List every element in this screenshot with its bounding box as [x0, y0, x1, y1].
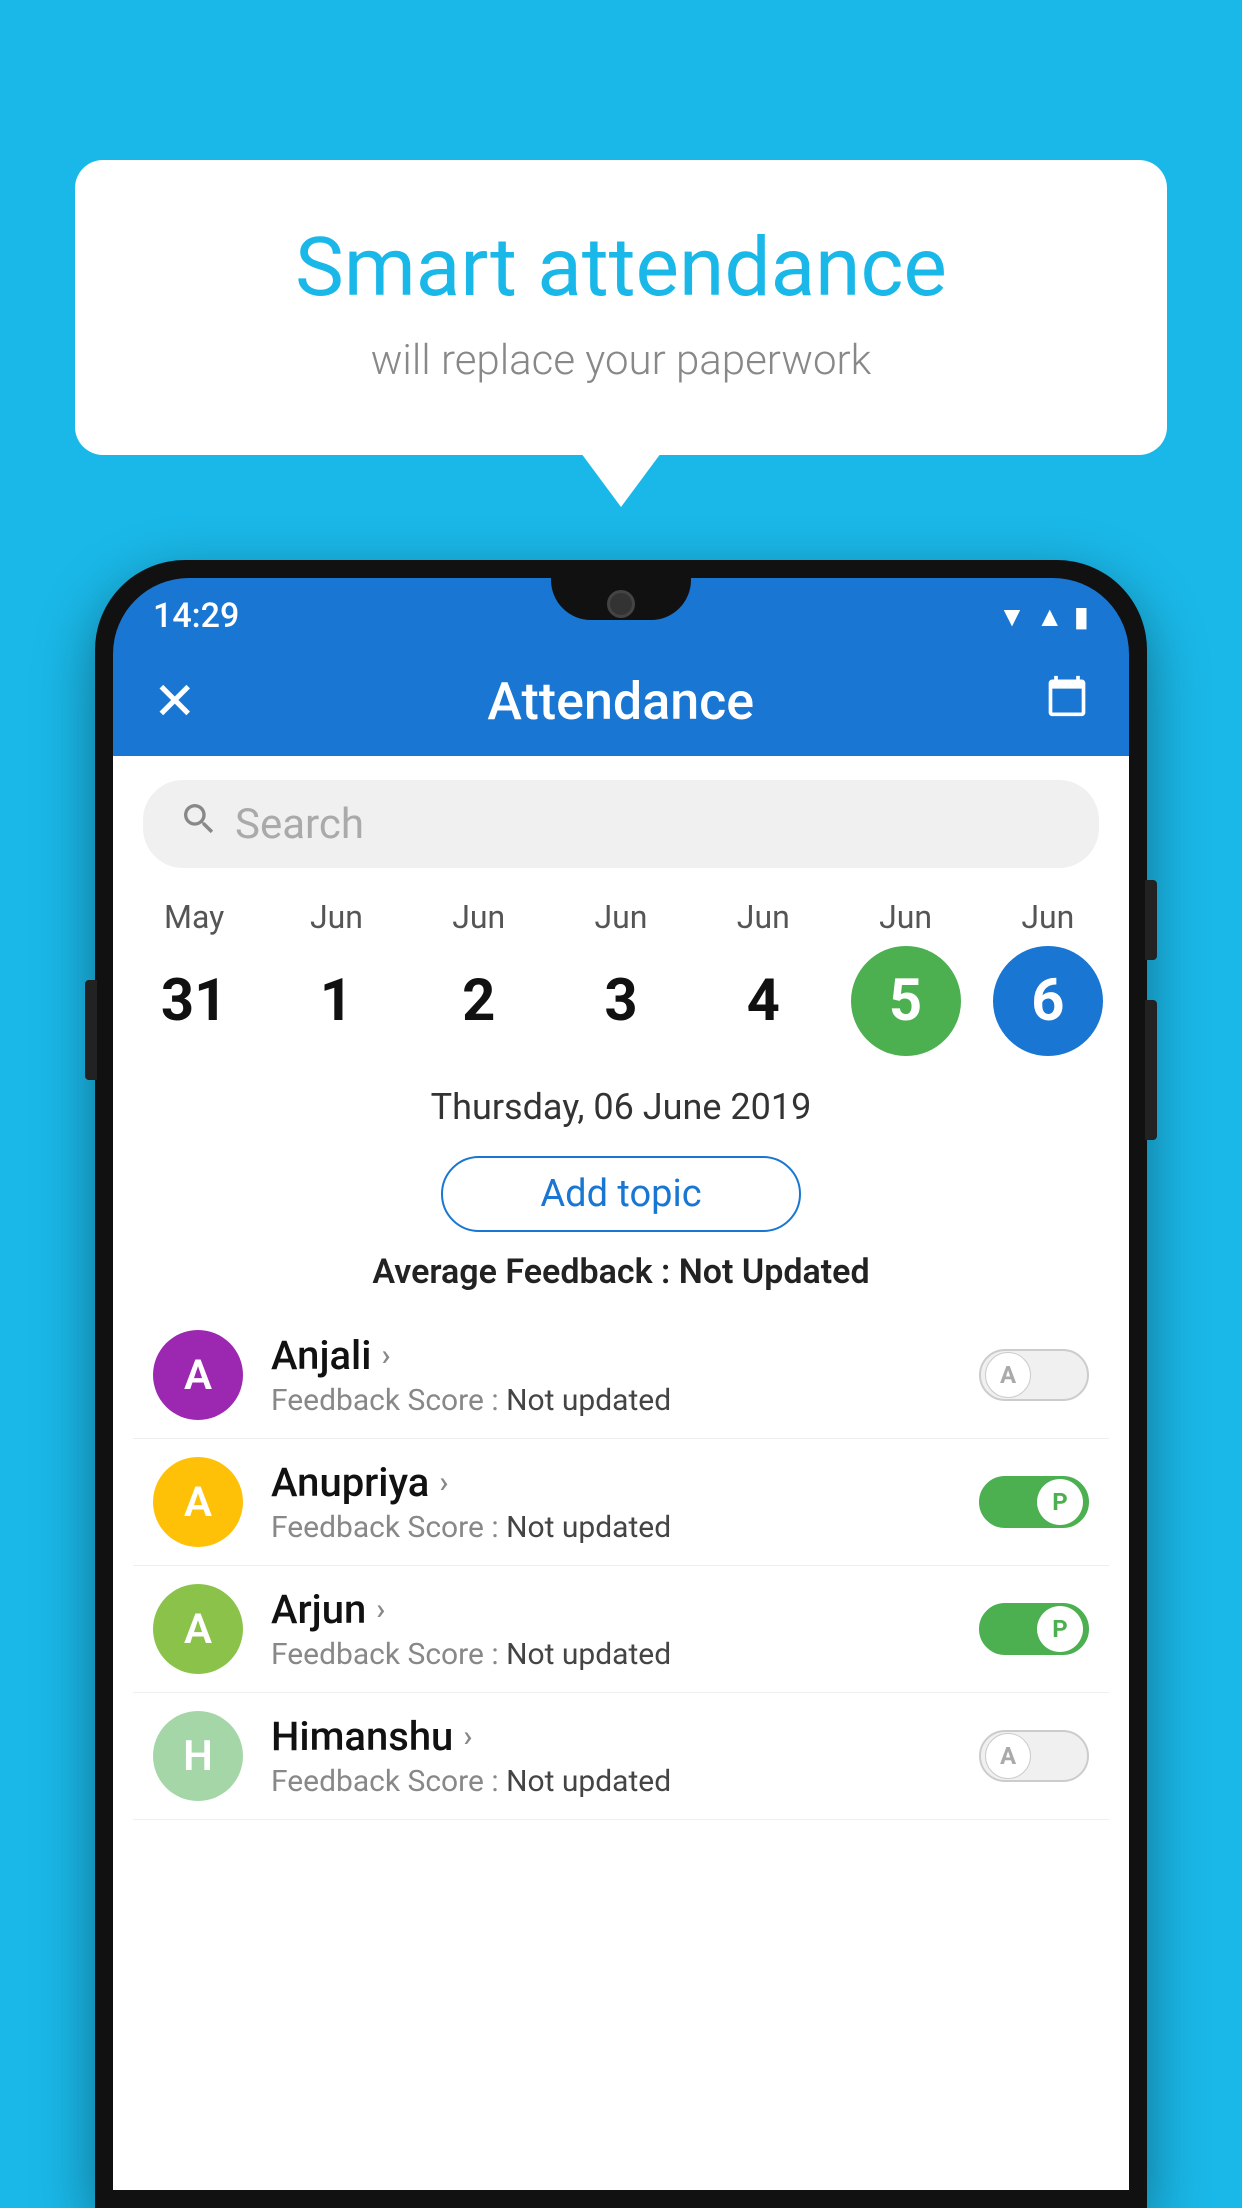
avatar: A — [153, 1457, 243, 1547]
student-row[interactable]: A Arjun › Feedback Score : Not updated P — [133, 1566, 1109, 1693]
battery-icon: ▮ — [1074, 600, 1089, 633]
month-label: Jun — [1021, 898, 1074, 936]
student-row[interactable]: A Anupriya › Feedback Score : Not updated P — [133, 1439, 1109, 1566]
toggle-thumb: A — [985, 1352, 1031, 1398]
month-label: May — [164, 898, 224, 936]
feedback-value: Not updated — [506, 1383, 671, 1418]
volume-button — [85, 980, 97, 1080]
feedback-score: Feedback Score : Not updated — [271, 1637, 959, 1672]
avg-feedback-label: Average Feedback : — [372, 1252, 678, 1292]
toggle-container[interactable]: A — [979, 1730, 1089, 1782]
date-number[interactable]: 4 — [708, 946, 818, 1056]
student-name: Anupriya › — [271, 1459, 959, 1506]
student-info: Anjali › Feedback Score : Not updated — [271, 1332, 959, 1418]
attendance-toggle[interactable]: P — [979, 1603, 1089, 1655]
chevron-icon: › — [463, 1719, 472, 1754]
student-name: Anjali › — [271, 1332, 959, 1379]
month-label: Jun — [737, 898, 790, 936]
search-bar[interactable]: Search — [143, 780, 1099, 868]
student-row[interactable]: A Anjali › Feedback Score : Not updated A — [133, 1312, 1109, 1439]
chevron-icon: › — [376, 1592, 385, 1627]
toggle-container[interactable]: P — [979, 1476, 1089, 1528]
date-number[interactable]: 6 — [993, 946, 1103, 1056]
date-number[interactable]: 5 — [851, 946, 961, 1056]
student-name: Arjun › — [271, 1586, 959, 1633]
chevron-icon: › — [439, 1465, 448, 1500]
phone-screen: 14:29 ▼ ▲ ▮ ✕ Attendance — [113, 578, 1129, 2190]
month-label: Jun — [310, 898, 363, 936]
feedback-value: Not updated — [506, 1637, 671, 1672]
wifi-icon: ▼ — [998, 600, 1026, 633]
student-info: Arjun › Feedback Score : Not updated — [271, 1586, 959, 1672]
student-info: Himanshu › Feedback Score : Not updated — [271, 1713, 959, 1799]
bubble-title: Smart attendance — [155, 220, 1087, 316]
content-area: Search May 31 Jun 1 Jun 2 Jun 3 Jun 4 Jun 5 Jun 6 Thu… — [113, 756, 1129, 2190]
camera-lens — [607, 590, 635, 618]
date-col[interactable]: Jun 6 — [980, 898, 1116, 1056]
avatar: H — [153, 1711, 243, 1801]
toggle-container[interactable]: A — [979, 1349, 1089, 1401]
search-placeholder: Search — [235, 800, 364, 849]
avatar: A — [153, 1330, 243, 1420]
date-number[interactable]: 1 — [281, 946, 391, 1056]
date-col[interactable]: Jun 1 — [268, 898, 404, 1056]
power-button — [1145, 880, 1157, 960]
signal-icon: ▲ — [1036, 600, 1064, 633]
date-number[interactable]: 31 — [139, 946, 249, 1056]
selected-date: Thursday, 06 June 2019 — [113, 1056, 1129, 1146]
date-number[interactable]: 2 — [424, 946, 534, 1056]
date-col[interactable]: Jun 4 — [695, 898, 831, 1056]
feedback-value: Not updated — [506, 1510, 671, 1545]
toggle-thumb: P — [1037, 1606, 1083, 1652]
calendar-button[interactable] — [1045, 674, 1089, 729]
attendance-toggle[interactable]: P — [979, 1476, 1089, 1528]
volume-down-button — [1145, 1000, 1157, 1140]
toggle-thumb: P — [1037, 1479, 1083, 1525]
student-list: AAnjali ›Feedback Score : Not updatedAAA… — [113, 1312, 1129, 1820]
toggle-thumb: A — [985, 1733, 1031, 1779]
attendance-toggle[interactable]: A — [979, 1349, 1089, 1401]
add-topic-button[interactable]: Add topic — [441, 1156, 801, 1232]
avatar: A — [153, 1584, 243, 1674]
student-name: Himanshu › — [271, 1713, 959, 1760]
month-label: Jun — [879, 898, 932, 936]
close-button[interactable]: ✕ — [153, 671, 197, 732]
bubble-subtitle: will replace your paperwork — [155, 336, 1087, 385]
date-number[interactable]: 3 — [566, 946, 676, 1056]
app-bar: ✕ Attendance — [113, 646, 1129, 756]
date-col[interactable]: May 31 — [126, 898, 262, 1056]
feedback-score: Feedback Score : Not updated — [271, 1383, 959, 1418]
app-bar-title: Attendance — [487, 671, 754, 732]
feedback-score: Feedback Score : Not updated — [271, 1764, 959, 1799]
status-icons: ▼ ▲ ▮ — [998, 600, 1089, 633]
month-label: Jun — [595, 898, 648, 936]
average-feedback: Average Feedback : Not Updated — [113, 1252, 1129, 1292]
search-icon — [179, 799, 219, 849]
phone-notch — [551, 578, 691, 620]
feedback-score: Feedback Score : Not updated — [271, 1510, 959, 1545]
date-col[interactable]: Jun 2 — [411, 898, 547, 1056]
speech-bubble: Smart attendance will replace your paper… — [75, 160, 1167, 455]
feedback-value: Not updated — [506, 1764, 671, 1799]
student-info: Anupriya › Feedback Score : Not updated — [271, 1459, 959, 1545]
attendance-toggle[interactable]: A — [979, 1730, 1089, 1782]
date-col[interactable]: Jun 5 — [838, 898, 974, 1056]
calendar-row: May 31 Jun 1 Jun 2 Jun 3 Jun 4 Jun 5 Jun 6 — [113, 888, 1129, 1056]
status-time: 14:29 — [153, 596, 239, 636]
chevron-icon: › — [381, 1338, 390, 1373]
student-row[interactable]: H Himanshu › Feedback Score : Not updated A — [133, 1693, 1109, 1820]
month-label: Jun — [452, 898, 505, 936]
date-col[interactable]: Jun 3 — [553, 898, 689, 1056]
toggle-container[interactable]: P — [979, 1603, 1089, 1655]
avg-feedback-value: Not Updated — [679, 1252, 870, 1292]
speech-bubble-container: Smart attendance will replace your paper… — [75, 160, 1167, 455]
phone-frame: 14:29 ▼ ▲ ▮ ✕ Attendance — [95, 560, 1147, 2208]
